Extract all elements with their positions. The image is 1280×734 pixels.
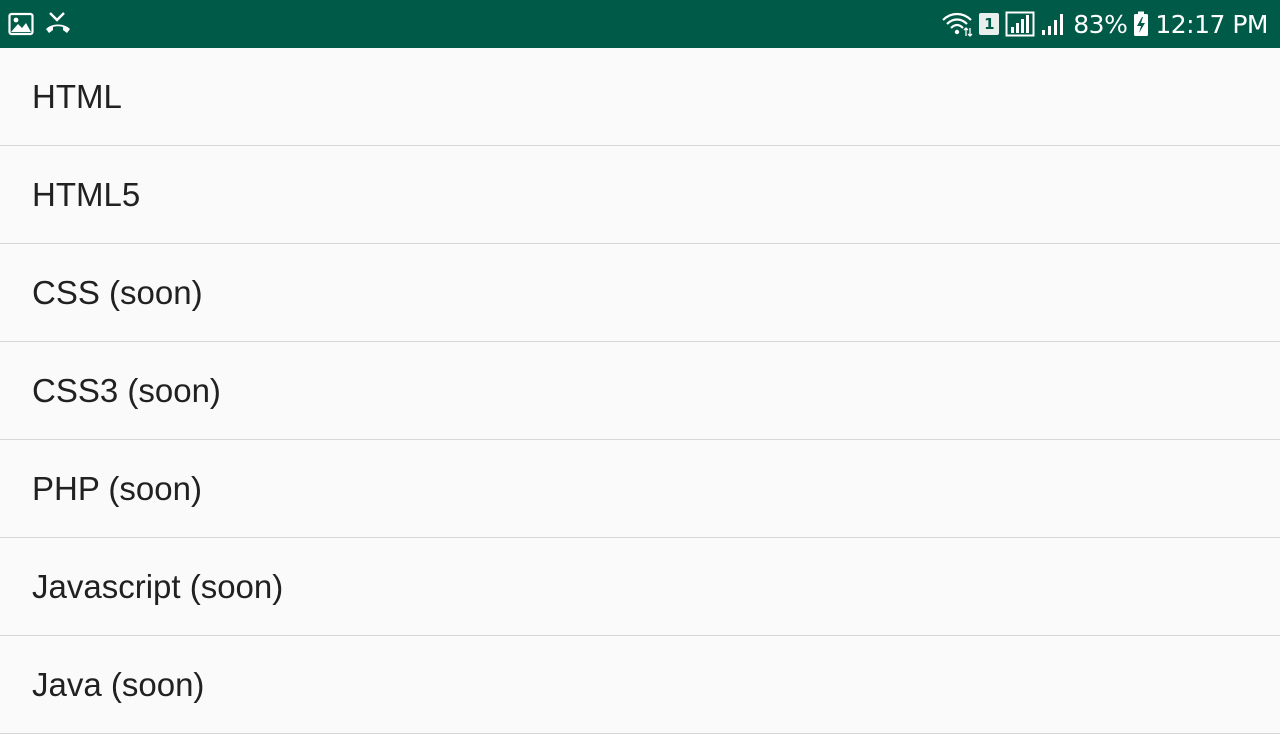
status-time: 12:17 PM xyxy=(1155,9,1268,39)
missed-call-icon xyxy=(44,11,72,37)
status-bar-right: 1 83% 12:17 PM xyxy=(941,10,1268,39)
list-item-html5[interactable]: HTML5 xyxy=(0,146,1280,244)
list-item-label: CSS3 (soon) xyxy=(32,371,221,409)
list-item-javascript[interactable]: Javascript (soon) xyxy=(0,538,1280,636)
list-item-label: Javascript (soon) xyxy=(32,567,284,605)
list-item-css3[interactable]: CSS3 (soon) xyxy=(0,342,1280,440)
topic-list: HTML HTML5 CSS (soon) CSS3 (soon) PHP (s… xyxy=(0,48,1280,734)
list-item-java[interactable]: Java (soon) xyxy=(0,636,1280,734)
list-item-html[interactable]: HTML xyxy=(0,48,1280,146)
status-bar-left xyxy=(8,11,72,37)
wifi-icon xyxy=(941,11,973,37)
list-item-label: HTML5 xyxy=(32,175,141,213)
list-item-css[interactable]: CSS (soon) xyxy=(0,244,1280,342)
battery-charging-icon xyxy=(1133,11,1149,37)
battery-percentage: 83% xyxy=(1073,9,1128,39)
list-item-label: HTML xyxy=(32,77,122,115)
signal-weak-icon xyxy=(1041,11,1067,37)
list-item-label: Java (soon) xyxy=(32,665,205,703)
list-item-label: PHP (soon) xyxy=(32,469,202,507)
gallery-icon xyxy=(8,12,34,36)
list-item-php[interactable]: PHP (soon) xyxy=(0,440,1280,538)
list-item-label: CSS (soon) xyxy=(32,273,203,311)
status-bar: 1 83% 12:17 PM xyxy=(0,0,1280,48)
signal-icon xyxy=(1005,11,1035,37)
sim-badge: 1 xyxy=(979,13,1000,35)
